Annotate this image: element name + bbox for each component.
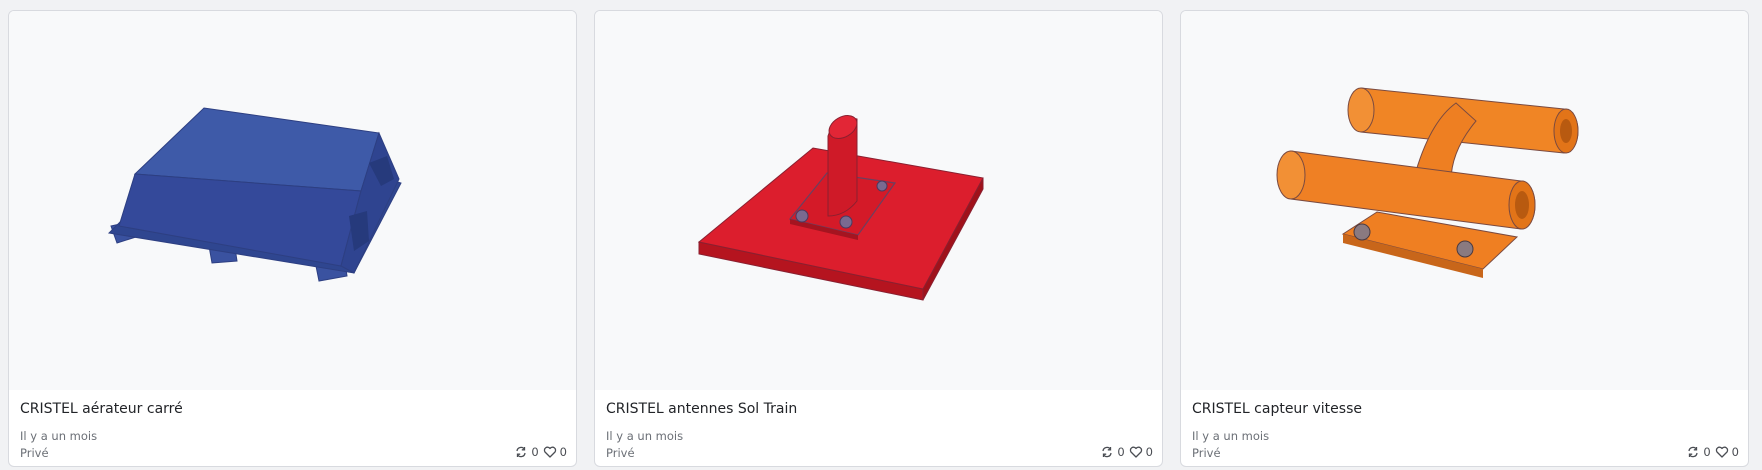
remix-stat[interactable]: 0 — [514, 445, 539, 459]
red-plate-model-icon — [697, 115, 984, 301]
remix-stat[interactable]: 0 — [1100, 445, 1125, 459]
privacy-label: Privé — [606, 446, 635, 460]
design-title[interactable]: CRISTEL antennes Sol Train — [606, 401, 797, 417]
privacy-label: Privé — [1192, 446, 1221, 460]
blue-box-model-icon — [107, 107, 402, 282]
design-card[interactable]: CRISTEL capteur vitesse Il y a un mois P… — [1180, 10, 1749, 467]
remix-count: 0 — [1703, 445, 1711, 459]
card-stats: 0 0 — [514, 445, 567, 459]
design-card[interactable]: CRISTEL aérateur carré Il y a un mois Pr… — [8, 10, 577, 467]
like-count: 0 — [1145, 445, 1153, 459]
card-stats: 0 0 — [1100, 445, 1153, 459]
remix-icon — [1102, 446, 1112, 458]
design-thumbnail[interactable] — [595, 11, 1162, 390]
privacy-label: Privé — [20, 446, 49, 460]
orange-sensor-model-icon — [1276, 87, 1579, 278]
like-count: 0 — [559, 445, 567, 459]
remix-count: 0 — [531, 445, 539, 459]
design-time: Il y a un mois — [20, 429, 98, 443]
design-card[interactable]: CRISTEL antennes Sol Train Il y a un moi… — [594, 10, 1163, 467]
design-time: Il y a un mois — [606, 429, 684, 443]
like-stat[interactable]: 0 — [543, 445, 567, 459]
design-grid: CRISTEL aérateur carré Il y a un mois Pr… — [8, 10, 1749, 467]
design-title[interactable]: CRISTEL aérateur carré — [20, 401, 183, 417]
heart-icon — [543, 446, 556, 458]
card-info: CRISTEL capteur vitesse Il y a un mois P… — [1181, 390, 1748, 466]
heart-icon — [1715, 446, 1728, 458]
card-stats: 0 0 — [1686, 445, 1739, 459]
heart-icon — [1129, 446, 1142, 458]
remix-icon — [1688, 446, 1698, 458]
card-info: CRISTEL aérateur carré Il y a un mois Pr… — [9, 390, 576, 466]
design-time: Il y a un mois — [1192, 429, 1270, 443]
like-stat[interactable]: 0 — [1715, 445, 1739, 459]
design-title[interactable]: CRISTEL capteur vitesse — [1192, 401, 1362, 417]
card-info: CRISTEL antennes Sol Train Il y a un moi… — [595, 390, 1162, 466]
like-stat[interactable]: 0 — [1129, 445, 1153, 459]
remix-icon — [516, 446, 526, 458]
design-thumbnail[interactable] — [9, 11, 576, 390]
remix-count: 0 — [1117, 445, 1125, 459]
remix-stat[interactable]: 0 — [1686, 445, 1711, 459]
like-count: 0 — [1731, 445, 1739, 459]
design-thumbnail[interactable] — [1181, 11, 1748, 390]
